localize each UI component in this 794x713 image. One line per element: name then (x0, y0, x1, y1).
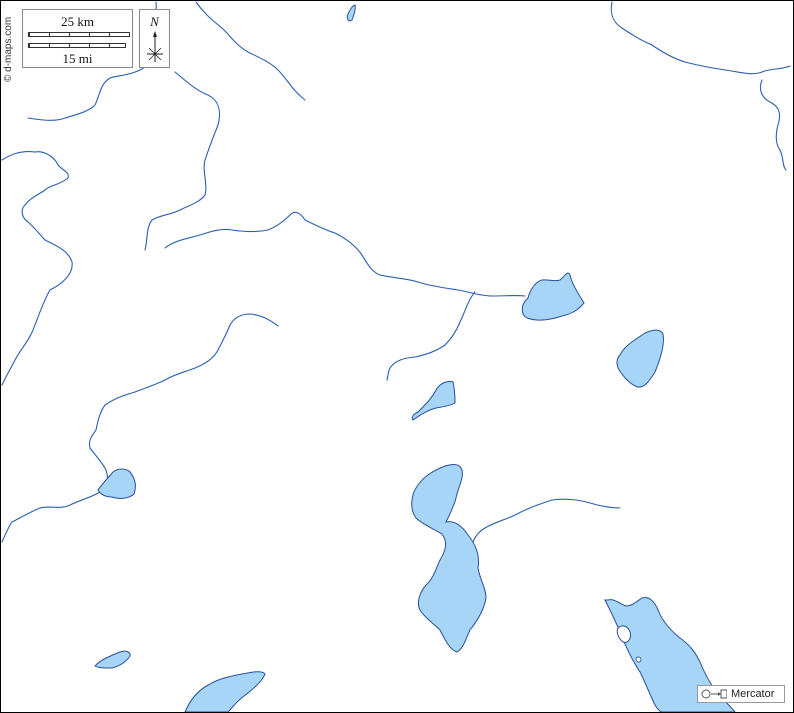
rivers (1, 1, 791, 546)
scale-mi-bar (28, 43, 126, 48)
north-arrow: N (139, 9, 170, 68)
compass-rose-icon (147, 31, 163, 62)
lake-south-west (184, 671, 266, 713)
scale-bar: 25 km 15 mi (22, 9, 133, 68)
river-southwest (1, 491, 101, 543)
river-east-tributary (471, 498, 621, 546)
projection-icon (701, 688, 727, 700)
island-southeast-small (635, 656, 642, 663)
lake-west (97, 468, 136, 499)
lake-southwest-small (94, 650, 131, 669)
lakes (94, 4, 736, 713)
river-west-branch (1, 151, 73, 386)
river-northeast (610, 1, 791, 171)
lake-north-east (521, 272, 585, 321)
island-southeast (616, 625, 631, 643)
river-top-center (195, 1, 306, 101)
map-canvas (1, 1, 791, 713)
lake-east (616, 329, 664, 388)
scale-mi-label: 15 mi (62, 51, 93, 66)
projection-label-box: Mercator (697, 685, 785, 703)
credit-text: © d-maps.com (3, 16, 14, 82)
projection-label: Mercator (731, 688, 775, 700)
river-central-west (88, 313, 279, 487)
lake-top-fragment (346, 4, 356, 22)
river-main (164, 211, 526, 297)
river-main-tributary (386, 291, 476, 381)
scale-km-bar (28, 32, 130, 37)
river-upper-branch (144, 71, 221, 251)
lake-central-small (411, 380, 456, 421)
scale-km-label: 25 km (61, 14, 94, 29)
lake-long-south (411, 464, 487, 653)
